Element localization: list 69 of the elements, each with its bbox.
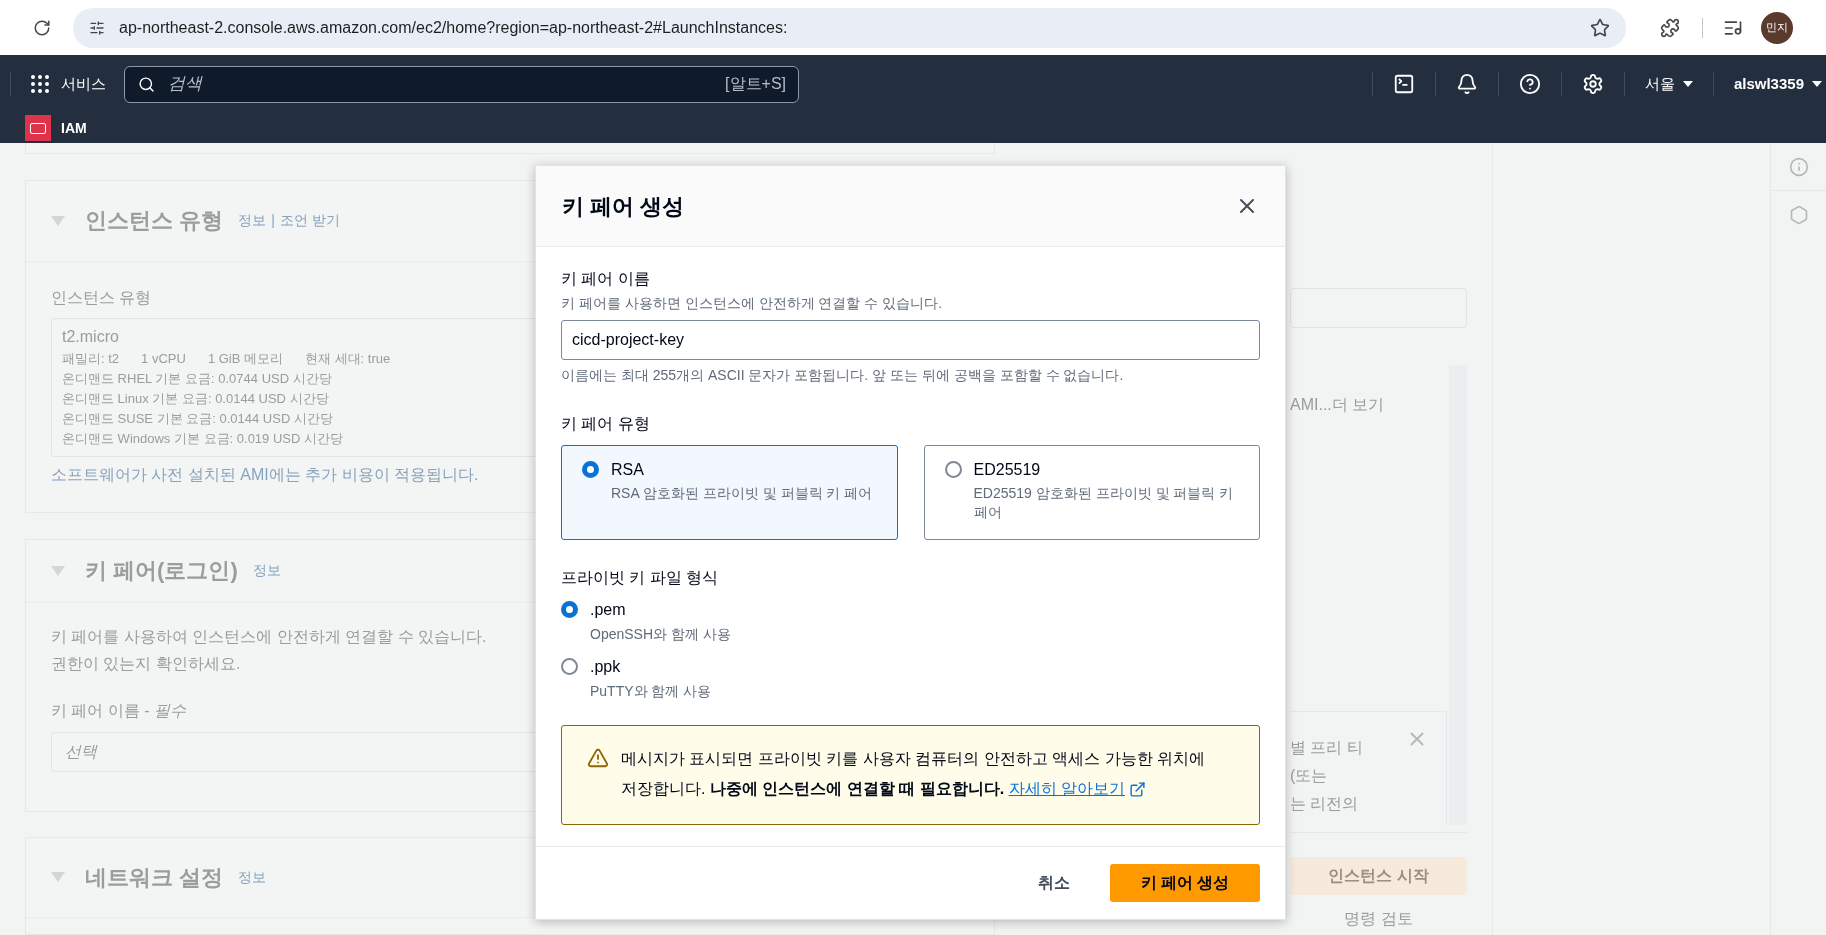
radio-button[interactable] — [582, 461, 599, 478]
notice-text: 별 프리 티 — [1290, 738, 1364, 758]
radio-button[interactable] — [944, 461, 962, 478]
notice-text: (또는 — [1290, 766, 1329, 786]
warning-text: 메시지가 표시되면 프라이빗 키를 사용자 컴퓨터의 안전하고 액세스 가능한 위치에 저장합니다. 나중에 인스턴스에 연결할 때 필요합니다. 자세히 알아보기 — [621, 744, 1219, 824]
field-label: 키 페어 이름 — [561, 269, 651, 289]
option-label: ED25519 — [973, 460, 1042, 480]
option-description: RSA 암호화된 프라이빗 및 퍼블릭 키 페어 — [611, 484, 873, 503]
caret-icon — [1682, 81, 1693, 87]
field-label: 프라이빗 키 파일 형식 — [561, 568, 720, 588]
services-menu[interactable]: 서비스 — [61, 72, 106, 96]
favorite-link[interactable]: IAM — [61, 117, 87, 139]
search-field[interactable]: 검색 [알트+S] — [124, 65, 799, 103]
account-menu[interactable]: alswl3359 — [1733, 72, 1822, 96]
help-icon[interactable] — [1518, 73, 1541, 95]
key-type-tile[interactable]: RSA RSA 암호화된 프라이빗 및 퍼블릭 키 페어 — [561, 445, 898, 540]
spec-text: 패밀리: t2 — [62, 349, 120, 368]
option-description: ED25519 암호화된 프라이빗 및 퍼블릭 키 페어 — [973, 484, 1235, 522]
spec-text: 1 vCPU — [141, 349, 186, 368]
services-grid-icon[interactable] — [28, 72, 52, 96]
key-type-tile[interactable]: ED25519 ED25519 암호화된 프라이빗 및 퍼블릭 키 페어 — [923, 445, 1260, 540]
caret-icon — [1812, 81, 1822, 87]
field-description: 키 페어를 사용하면 인스턴스에 안전하게 연결할 수 있습니다. — [561, 294, 944, 313]
warning-icon — [587, 747, 609, 769]
learn-more-link[interactable]: 자세히 알아보기 — [1008, 774, 1147, 804]
separator-text: | — [271, 211, 275, 231]
bell-icon[interactable] — [1455, 73, 1478, 95]
external-link-icon — [1129, 780, 1147, 798]
site-settings-icon[interactable] — [89, 19, 105, 36]
option-label: .pem — [590, 600, 627, 620]
address-bar[interactable]: ap-northeast-2.console.aws.amazon.com/ec2/home?region=ap-northeast-2#LaunchInstances: — [73, 7, 1626, 48]
description-text: 키 페어를 사용하여 인스턴스에 안전하게 연결할 수 있습니다. — [51, 626, 487, 647]
input-field[interactable] — [1290, 288, 1467, 328]
option-label: .ppk — [590, 657, 622, 677]
bookmark-star-icon[interactable] — [1590, 17, 1610, 38]
option-label: RSA — [611, 460, 645, 480]
section-title: 네트워크 설정 — [85, 863, 224, 892]
option-description: PuTTY와 함께 사용 — [590, 682, 712, 701]
region-menu[interactable]: 서울 — [1644, 72, 1693, 96]
search-placeholder: 검색 — [168, 73, 202, 96]
option-description: OpenSSH와 함께 사용 — [590, 625, 731, 644]
terminal-icon[interactable] — [1392, 73, 1415, 95]
section-title: 인스턴스 유형 — [85, 207, 224, 236]
reload-icon[interactable] — [33, 18, 51, 37]
extensions-icon[interactable] — [1660, 17, 1680, 38]
key-pair-name-input[interactable]: cicd-project-key — [561, 320, 1260, 360]
cancel-button[interactable]: 취소 — [1028, 864, 1080, 902]
price-text: 온디맨드 RHEL 기본 요금: 0.0744 USD 시간당 — [62, 369, 332, 388]
shortcut-hint: [알트+S] — [725, 74, 786, 94]
url-text: ap-northeast-2.console.aws.amazon.com/ec2/home?region=ap-northeast-2#LaunchInstances: — [119, 17, 788, 38]
field-label: 키 페어 이름 - 필수 — [51, 700, 187, 721]
create-key-pair-button[interactable]: 키 페어 생성 — [1110, 864, 1260, 902]
settings-icon[interactable] — [1581, 73, 1604, 95]
radio-button[interactable] — [561, 658, 578, 675]
price-text: 온디맨드 Windows 기본 요금: 0.019 USD 시간당 — [62, 429, 343, 448]
field-label: 인스턴스 유형 — [51, 287, 152, 308]
dialog-title: 키 페어 생성 — [562, 192, 685, 221]
radio-button[interactable] — [561, 601, 578, 618]
description-text: 권한이 있는지 확인하세요. — [51, 653, 241, 674]
notice-text: 는 리전의 — [1290, 794, 1360, 814]
search-icon — [138, 75, 155, 93]
spec-text: 1 GiB 메모리 — [207, 349, 283, 368]
note-text: 소프트웨어가 사전 설치된 AMI에는 추가 비용이 적용됩니다. — [51, 464, 479, 485]
section-title: 키 페어(로그인) — [85, 557, 238, 586]
profile-avatar[interactable]: 민지 — [1761, 11, 1793, 44]
price-text: 온디맨드 Linux 기본 요금: 0.0144 USD 시간당 — [62, 389, 329, 408]
spec-text: 현재 세대: true — [305, 349, 391, 368]
select-placeholder: 선택 — [65, 741, 97, 762]
price-text: 온디맨드 SUSE 기본 요금: 0.0144 USD 시간당 — [62, 409, 333, 428]
